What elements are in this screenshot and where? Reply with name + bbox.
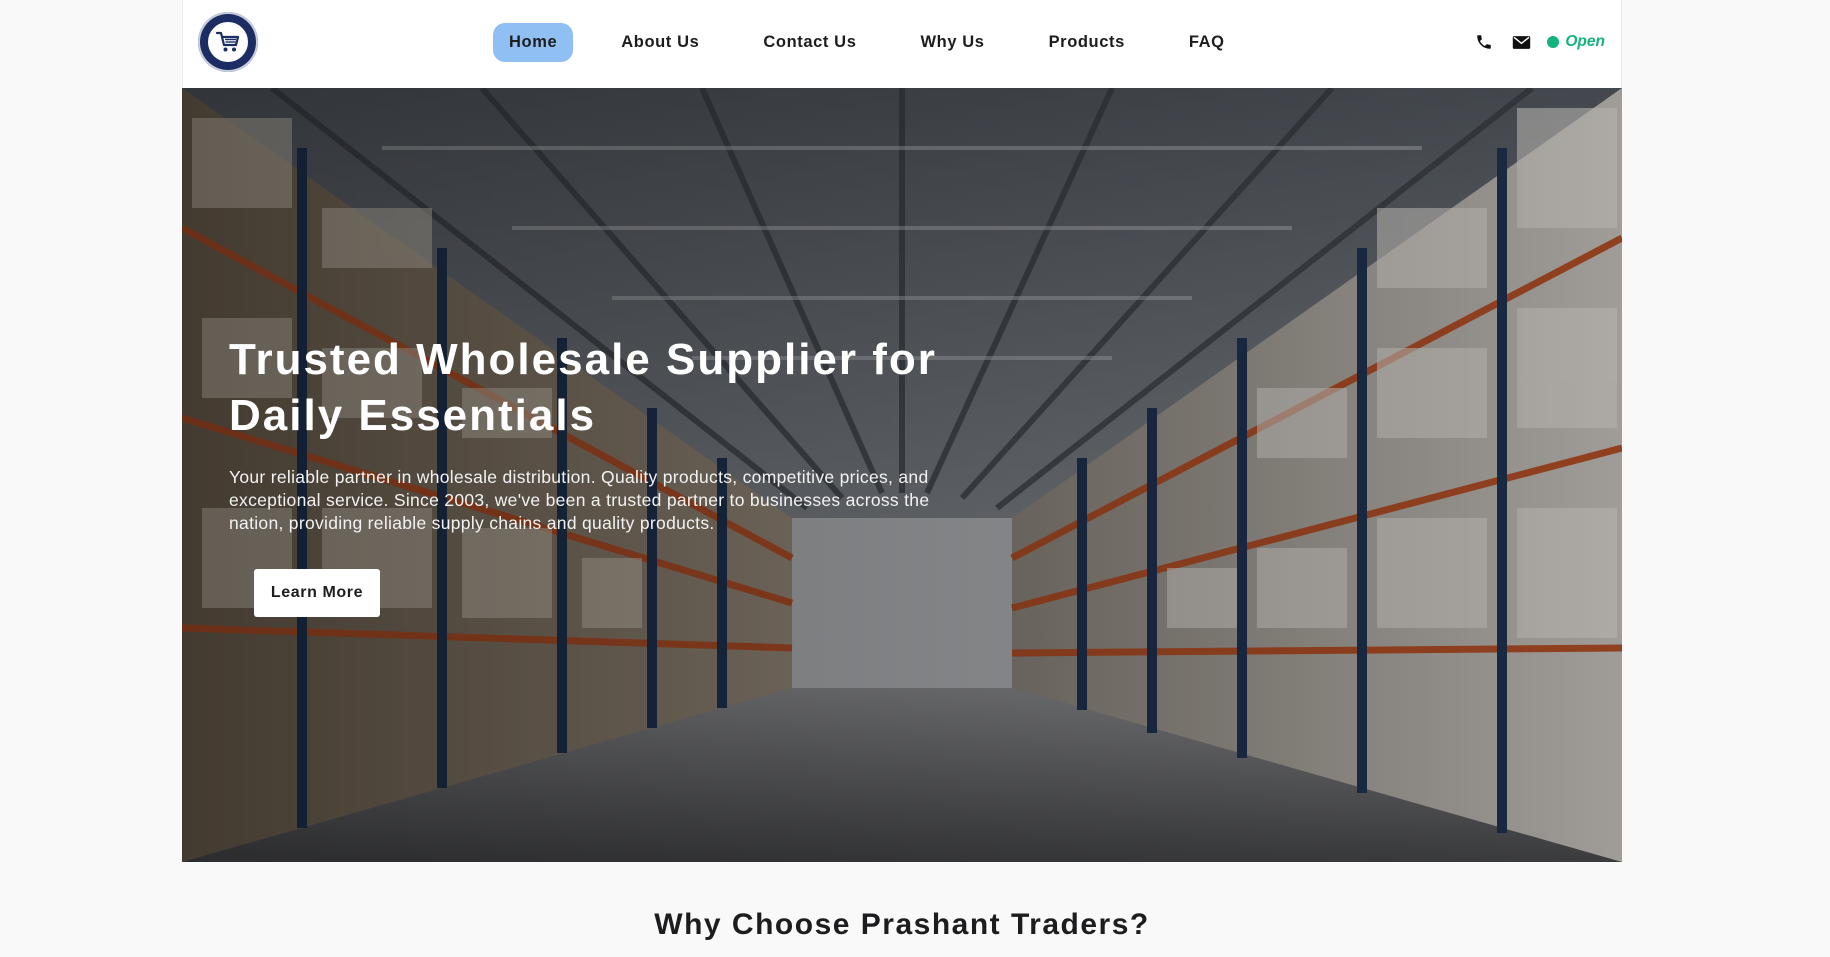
status-indicator-dot xyxy=(1547,36,1560,48)
phone-icon[interactable] xyxy=(1473,31,1495,53)
site-header: Home About Us Contact Us Why Us Products… xyxy=(182,0,1622,88)
nav-home[interactable]: Home xyxy=(493,22,574,62)
learn-more-button[interactable]: Learn More xyxy=(254,569,380,617)
hero-subtitle: Your reliable partner in wholesale distr… xyxy=(229,467,930,533)
hero-title: Trusted Wholesale Supplier for Daily Ess… xyxy=(229,335,937,440)
open-status-label: Open xyxy=(1565,33,1605,50)
hero-content: Trusted Wholesale Supplier for Daily Ess… xyxy=(229,332,989,535)
mail-icon[interactable] xyxy=(1510,31,1532,53)
hero-section: Trusted Wholesale Supplier for Daily Ess… xyxy=(182,88,1622,862)
page: Home About Us Contact Us Why Us Products… xyxy=(0,0,1830,957)
site-frame: Home About Us Contact Us Why Us Products… xyxy=(182,0,1622,957)
main-nav: Home About Us Contact Us Why Us Products… xyxy=(493,22,1273,62)
company-logo[interactable] xyxy=(198,12,258,72)
nav-faq[interactable]: FAQ xyxy=(1173,23,1241,62)
shopping-cart-icon xyxy=(215,31,240,52)
why-choose-heading: Why Choose Prashant Traders? xyxy=(654,908,1150,941)
nav-contact-us[interactable]: Contact Us xyxy=(747,23,872,62)
nav-products[interactable]: Products xyxy=(1033,23,1141,62)
header-actions: Open xyxy=(1473,28,1605,56)
nav-why-us[interactable]: Why Us xyxy=(904,23,1000,62)
nav-about-us[interactable]: About Us xyxy=(605,23,715,62)
